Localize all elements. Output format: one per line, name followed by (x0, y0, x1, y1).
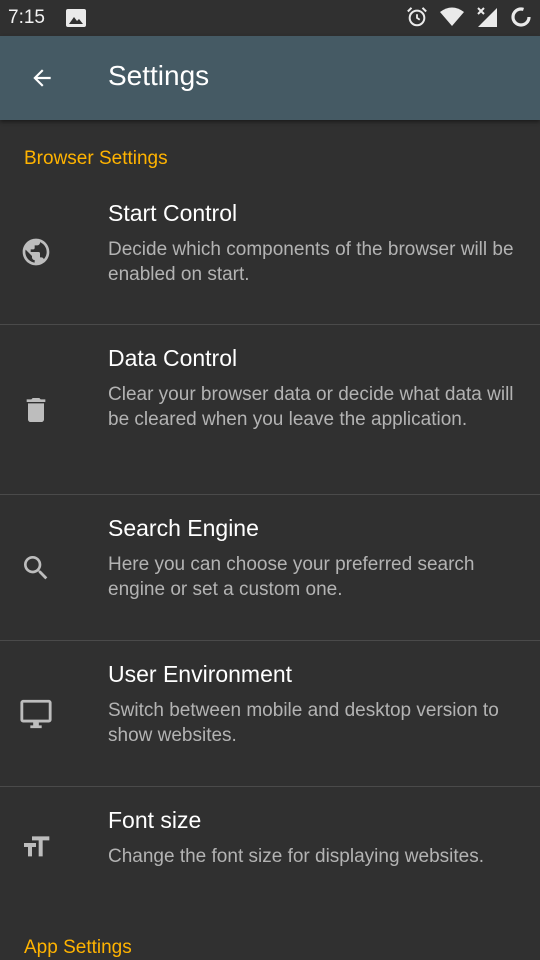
pref-title: Data Control (108, 345, 238, 371)
pref-font-size[interactable]: Font size Change the font size for displ… (0, 787, 540, 912)
battery-saver-icon (510, 6, 532, 33)
pref-user-environment[interactable]: User Environment Switch between mobile a… (0, 641, 540, 787)
pref-title: Font size (108, 807, 202, 833)
pref-summary: Switch between mobile and desktop versio… (108, 700, 499, 746)
pref-summary: Here you can choose your preferred searc… (108, 554, 475, 600)
pref-title: Start Control (108, 200, 238, 226)
pref-title: Search Engine (108, 515, 259, 541)
pref-data-control[interactable]: Data Control Clear your browser data or … (0, 325, 540, 495)
status-time: 7:15 (8, 7, 45, 28)
pref-summary: Decide which components of the browser w… (108, 239, 514, 285)
pref-summary: Change the font size for displaying webs… (108, 846, 484, 867)
trash-icon (18, 392, 54, 428)
arrow-back-icon (33, 69, 51, 87)
page-title: Settings (108, 60, 210, 91)
globe-icon (18, 234, 54, 270)
search-icon (18, 550, 54, 586)
desktop-monitor-icon (18, 696, 54, 732)
image-notification-icon (66, 9, 86, 32)
pref-start-control[interactable]: Start Control Decide which components of… (0, 180, 540, 325)
back-button[interactable] (20, 56, 64, 100)
app-bar: Settings (0, 36, 540, 120)
pref-search-engine[interactable]: Search Engine Here you can choose your p… (0, 495, 540, 641)
wifi-icon (440, 7, 464, 32)
alarm-icon (406, 6, 428, 33)
status-bar: 7:15 (0, 0, 540, 36)
section-header-browser-settings: Browser Settings (24, 148, 168, 169)
cell-signal-icon (476, 6, 498, 33)
pref-summary: Clear your browser data or decide what d… (108, 384, 514, 430)
text-size-icon (18, 829, 54, 865)
pref-title: User Environment (108, 661, 293, 687)
section-header-app-settings: App Settings (24, 937, 132, 958)
